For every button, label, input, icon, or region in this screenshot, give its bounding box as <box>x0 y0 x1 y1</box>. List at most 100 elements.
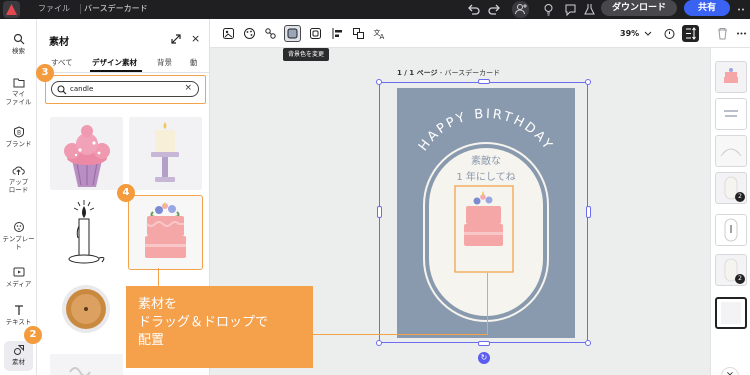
resize-handle[interactable] <box>376 340 382 346</box>
rail-templates[interactable]: テンプレート <box>0 221 37 251</box>
page-thumbnail[interactable] <box>715 98 747 130</box>
rail-label: アップ ロード <box>8 178 29 194</box>
search-highlight: × <box>45 75 206 104</box>
media-icon <box>13 267 24 277</box>
adobe-express-logo[interactable] <box>3 1 20 18</box>
zoom-dropdown-icon[interactable] <box>643 28 658 43</box>
elements-icon <box>13 345 24 355</box>
comment-icon[interactable] <box>563 2 578 17</box>
page-thumbnail[interactable] <box>715 135 747 167</box>
rail-my-files[interactable]: マイ ファイル <box>0 77 37 106</box>
rail-label: テンプレート <box>2 235 35 251</box>
resize-handle[interactable] <box>478 341 490 346</box>
cloud-upload-icon <box>12 166 25 175</box>
zoom-level[interactable]: 39% <box>620 29 639 38</box>
cupcake-image <box>64 125 110 187</box>
top-bar: ファイル バースデーカード ダウンロード 共有 <box>0 0 750 19</box>
rail-upload[interactable]: アップ ロード <box>0 164 37 194</box>
rail-text[interactable]: テキスト <box>0 304 37 326</box>
result-tile-cupcake[interactable] <box>50 117 123 190</box>
instruction-callout: 素材を ドラッグ＆ドロップで 配置 <box>126 286 313 368</box>
tab-all[interactable]: すべて <box>51 57 73 68</box>
frame-icon[interactable] <box>308 26 323 41</box>
align-icon[interactable] <box>330 26 345 41</box>
add-collaborator-icon[interactable] <box>512 1 529 18</box>
more-icon[interactable] <box>736 2 750 17</box>
search-icon <box>57 85 67 95</box>
result-tile-line-candle[interactable] <box>50 196 123 269</box>
step-badge-3: 3 <box>36 64 54 82</box>
share-button[interactable]: 共有 <box>684 0 730 16</box>
rail-label: テキスト <box>5 318 32 326</box>
close-panel-icon[interactable]: × <box>191 32 200 45</box>
tab-animations[interactable]: 動 <box>190 57 198 68</box>
divider <box>37 72 209 73</box>
tab-backgrounds[interactable]: 背景 <box>157 57 172 68</box>
svg-text:B: B <box>17 130 21 137</box>
search-field[interactable]: × <box>51 81 199 97</box>
pink-cake-image <box>145 202 186 258</box>
resize-handle[interactable] <box>586 206 591 218</box>
brand-icon: B <box>13 126 24 138</box>
page-number: 1 / 1 ページ <box>397 69 438 77</box>
divider <box>80 4 81 14</box>
thumbnail-count: 2 <box>735 274 745 284</box>
translate-icon[interactable]: 文A <box>372 26 387 41</box>
effects-icon[interactable] <box>263 26 278 41</box>
background-color-icon[interactable] <box>284 25 301 42</box>
expand-icon[interactable] <box>170 33 182 47</box>
resize-handle[interactable] <box>478 79 490 84</box>
page-thumbnail-active[interactable] <box>715 297 747 329</box>
tab-design-elements[interactable]: デザイン素材 <box>92 57 137 68</box>
rotate-handle[interactable]: ↻ <box>478 352 490 364</box>
page-thumbnail[interactable] <box>715 61 747 93</box>
thumbnail-image <box>720 148 742 157</box>
callout-line: 配置 <box>138 333 165 348</box>
rail-label: 検索 <box>12 47 25 55</box>
step-badge-2: 2 <box>24 326 42 344</box>
download-button[interactable]: ダウンロード <box>601 0 677 16</box>
resize-handle[interactable] <box>376 79 382 85</box>
rail-label: メディア <box>5 280 32 288</box>
lightbulb-icon[interactable] <box>541 2 556 17</box>
redo-icon[interactable] <box>487 2 502 17</box>
document-title[interactable]: バースデーカード <box>84 3 148 14</box>
clear-search-icon[interactable]: × <box>184 83 192 93</box>
result-tile-candle-top[interactable] <box>50 275 123 348</box>
rail-label: 素材 <box>12 358 25 366</box>
connector-line <box>313 334 488 335</box>
file-menu[interactable]: ファイル <box>38 3 70 14</box>
rail-media[interactable]: メディア <box>0 266 37 288</box>
pages-strip: 2 2 <box>710 48 750 375</box>
result-tile-partial[interactable] <box>50 354 123 375</box>
callout-line: ドラッグ＆ドロップで <box>138 315 269 330</box>
layers-panel-icon[interactable] <box>682 25 699 42</box>
thumbnail-image <box>724 110 738 117</box>
panel-title: 素材 <box>49 37 69 48</box>
rail-brand[interactable]: B ブランド <box>0 126 37 148</box>
undo-icon[interactable] <box>466 2 481 17</box>
rail-elements[interactable]: 素材 <box>4 341 33 371</box>
page-name: - バースデーカード <box>437 69 501 77</box>
page-thumbnail[interactable]: 2 <box>715 172 747 204</box>
page-thumbnail[interactable] <box>715 214 747 246</box>
page-thumbnail[interactable]: 2 <box>715 254 747 286</box>
result-tile-pink-cake[interactable] <box>128 195 203 270</box>
rail-search[interactable]: 検索 <box>0 33 37 55</box>
flask-icon[interactable] <box>582 2 597 17</box>
delete-icon[interactable] <box>715 26 730 41</box>
color-palette-icon[interactable] <box>242 26 257 41</box>
thumbnail-image <box>724 218 738 242</box>
resize-handle[interactable] <box>377 206 382 218</box>
result-tile-candle-stand[interactable] <box>129 117 202 190</box>
resize-handle[interactable] <box>585 79 591 85</box>
search-input[interactable] <box>70 83 180 95</box>
more-options-icon[interactable] <box>734 26 749 41</box>
arrange-icon[interactable] <box>351 26 366 41</box>
resize-handle[interactable] <box>585 340 591 346</box>
replace-image-icon[interactable] <box>221 26 236 41</box>
timer-icon[interactable] <box>662 26 677 41</box>
thumbnail-image <box>724 68 738 83</box>
search-icon <box>13 33 24 45</box>
text-icon <box>14 305 23 315</box>
